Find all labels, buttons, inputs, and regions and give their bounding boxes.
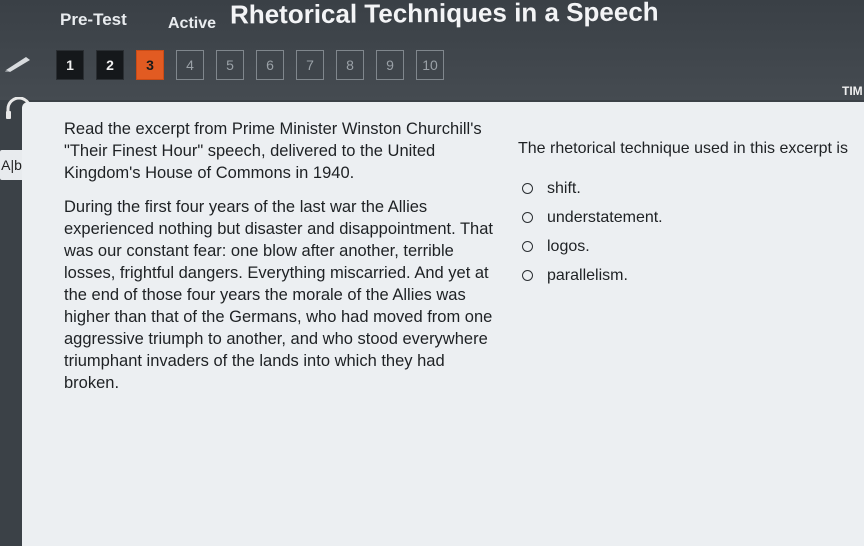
passage-intro: Read the excerpt from Prime Minister Win… (64, 120, 482, 182)
pretest-label: Pre-Test (60, 10, 127, 29)
answer-option-logos[interactable]: logos. (522, 232, 663, 261)
answer-option-label: understatement. (547, 208, 663, 226)
radio-button[interactable] (522, 183, 533, 194)
question-button-7[interactable]: 7 (296, 50, 324, 80)
question-button-10[interactable]: 10 (416, 50, 444, 80)
reading-passage: Read the excerpt from Prime Minister Win… (64, 118, 494, 406)
answer-choices: shift. understatement. logos. parallelis… (522, 174, 663, 290)
question-button-1[interactable]: 1 (56, 50, 84, 80)
passage-excerpt: During the first four years of the last … (64, 198, 493, 392)
question-button-2[interactable]: 2 (96, 50, 124, 80)
answer-option-shift[interactable]: shift. (522, 174, 663, 203)
question-button-3[interactable]: 3 (136, 50, 164, 80)
pencil-icon[interactable] (4, 54, 32, 72)
question-button-9[interactable]: 9 (376, 50, 404, 80)
status-active-label: Active (168, 15, 217, 32)
question-panel: Read the excerpt from Prime Minister Win… (22, 102, 864, 546)
answer-option-label: shift. (547, 179, 581, 197)
question-button-6[interactable]: 6 (256, 50, 284, 80)
radio-button[interactable] (522, 212, 533, 223)
answer-option-understatement[interactable]: understatement. (522, 203, 663, 232)
answer-option-parallelism[interactable]: parallelism. (522, 261, 663, 290)
question-prompt: The rhetorical technique used in this ex… (518, 140, 848, 157)
question-button-5[interactable]: 5 (216, 50, 244, 80)
question-nav: 1 2 3 4 5 6 7 8 9 10 (56, 50, 444, 80)
radio-button[interactable] (522, 241, 533, 252)
answer-option-label: parallelism. (547, 266, 628, 284)
timer-label: TIM (842, 84, 863, 98)
question-button-8[interactable]: 8 (336, 50, 364, 80)
page-title: Rhetorical Techniques in a Speech (229, 0, 659, 30)
answer-option-label: logos. (547, 237, 590, 255)
radio-button[interactable] (522, 270, 533, 281)
question-button-4[interactable]: 4 (176, 50, 204, 80)
